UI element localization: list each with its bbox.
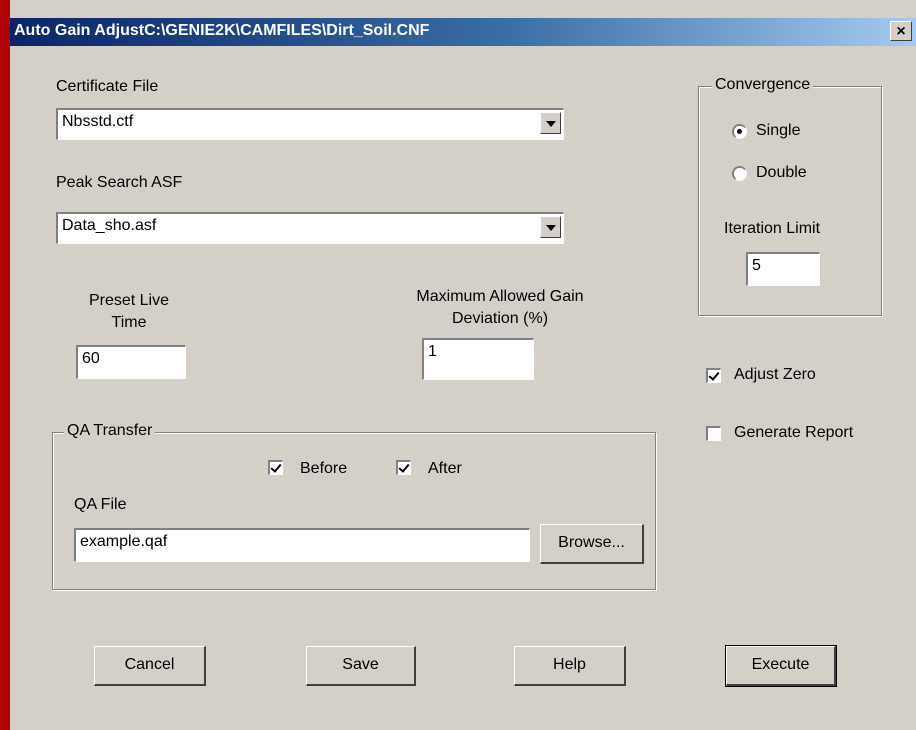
preset-label-line1: Preset Live [88,292,170,309]
radio-double[interactable] [732,166,747,181]
max-gain-deviation-value: 1 [428,343,437,360]
iteration-limit-label: Iteration Limit [724,220,821,237]
certificate-dropdown-button[interactable] [540,112,561,134]
close-icon: × [896,23,906,40]
certificate-file-value: Nbsstd.ctf [62,113,134,130]
certificate-file-label: Certificate File [56,78,159,95]
iteration-limit-value: 5 [752,257,761,274]
certificate-file-dropdown[interactable]: Nbsstd.ctf [56,108,564,140]
peak-search-asf-value: Data_sho.asf [62,217,157,234]
max-gain-deviation-label: Maximum Allowed Gain Deviation (%) [380,286,620,330]
peak-search-asf-label: Peak Search ASF [56,174,183,191]
qa-file-value: example.qaf [80,533,168,550]
convergence-legend: Convergence [712,76,814,94]
iteration-limit-input[interactable]: 5 [746,252,820,286]
help-button[interactable]: Help [514,646,626,686]
qa-transfer-group [52,432,656,590]
max-gain-deviation-input[interactable]: 1 [422,338,534,380]
radio-single[interactable] [732,124,747,139]
dialog-window: Auto Gain AdjustC:\GENIE2K\CAMFILES\Dirt… [10,0,916,730]
peak-search-asf-dropdown[interactable]: Data_sho.asf [56,212,564,244]
qa-after-label: After [428,460,462,477]
qa-file-input[interactable]: example.qaf [74,528,530,562]
qa-before-label: Before [300,460,348,477]
adjust-zero-label: Adjust Zero [734,366,816,383]
qa-transfer-legend: QA Transfer [64,422,156,440]
chevron-down-icon [546,225,556,231]
title-bar[interactable]: Auto Gain AdjustC:\GENIE2K\CAMFILES\Dirt… [10,18,916,46]
qa-before-checkbox[interactable] [268,460,283,475]
peak-search-dropdown-button[interactable] [540,216,561,238]
qa-after-checkbox[interactable] [396,460,411,475]
adjust-zero-checkbox[interactable] [706,368,721,383]
preset-label-line2: Time [111,314,147,331]
cancel-button[interactable]: Cancel [94,646,206,686]
radio-double-label: Double [756,164,807,181]
max-gain-label-line1: Maximum Allowed Gain [416,288,584,305]
close-button[interactable]: × [890,21,912,41]
save-button[interactable]: Save [306,646,416,686]
preset-live-time-label: Preset Live Time [74,290,184,334]
preset-live-time-input[interactable]: 60 [76,345,186,379]
max-gain-label-line2: Deviation (%) [451,310,549,327]
radio-single-label: Single [756,122,801,139]
browse-button[interactable]: Browse... [540,524,644,564]
generate-report-checkbox[interactable] [706,426,721,441]
window-title: Auto Gain AdjustC:\GENIE2K\CAMFILES\Dirt… [14,22,430,39]
preset-live-time-value: 60 [82,350,100,367]
qa-file-label: QA File [74,496,127,513]
generate-report-label: Generate Report [734,424,854,441]
chevron-down-icon [546,121,556,127]
execute-button[interactable]: Execute [725,645,837,687]
